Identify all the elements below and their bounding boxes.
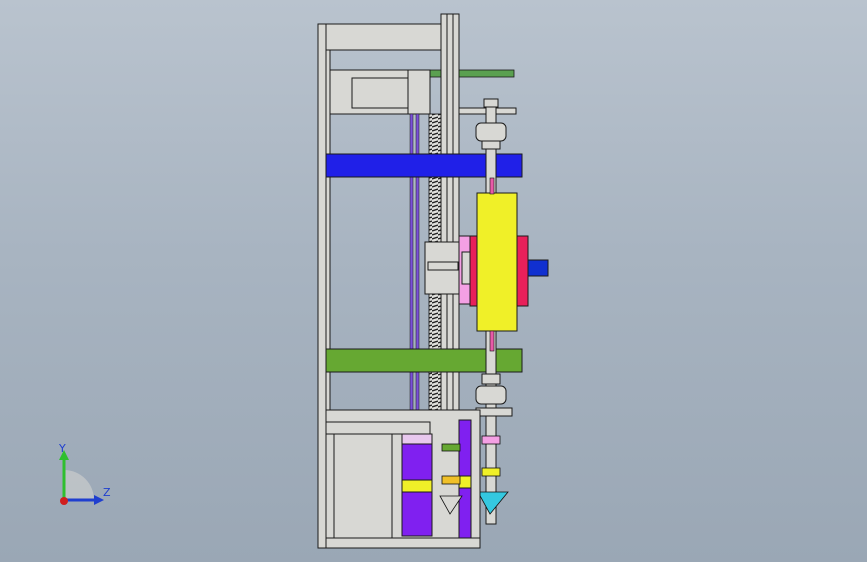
upper-bearing-collar: [481, 140, 501, 150]
lower-frame-inner: [333, 433, 393, 539]
cad-viewport[interactable]: Y Z: [0, 0, 867, 562]
frame-left-column: [317, 23, 327, 549]
lower-box-band: [401, 479, 433, 493]
y-axis-label: Y: [59, 442, 66, 455]
guide-collar-yellow: [441, 475, 461, 485]
lower-flange: [475, 407, 513, 417]
coordinate-triad: [59, 450, 104, 505]
upper-bearing-cap: [483, 98, 499, 108]
shaft-ring-pink: [481, 435, 501, 445]
x-axis-origin-dot: [60, 497, 68, 505]
lower-frame-bottom-rail: [325, 537, 481, 549]
lower-box-cap: [401, 433, 433, 445]
machine-assembly-drawing: [317, 13, 549, 549]
lower-bearing: [475, 385, 507, 405]
triad-plane: [64, 470, 94, 500]
slider-block-slot: [427, 261, 459, 271]
upper-bearing: [475, 122, 507, 142]
upper-frame-box-inner: [351, 77, 409, 109]
roller: [476, 192, 518, 332]
lower-frame-top-rail: [325, 421, 431, 435]
upper-frame-box-right: [407, 69, 431, 115]
shaft-tip-cyan: [477, 491, 509, 515]
pink-rod-lower: [489, 330, 495, 352]
lower-bearing-collar: [481, 373, 501, 385]
frame-top-beam: [325, 23, 445, 51]
shaft-end: [527, 259, 549, 277]
pink-rod-upper: [489, 177, 495, 195]
z-axis-label: Z: [103, 486, 111, 499]
lower-right-band: [458, 475, 472, 489]
guide-collar-green: [441, 443, 461, 452]
shaft-ring-yellow: [481, 467, 501, 477]
